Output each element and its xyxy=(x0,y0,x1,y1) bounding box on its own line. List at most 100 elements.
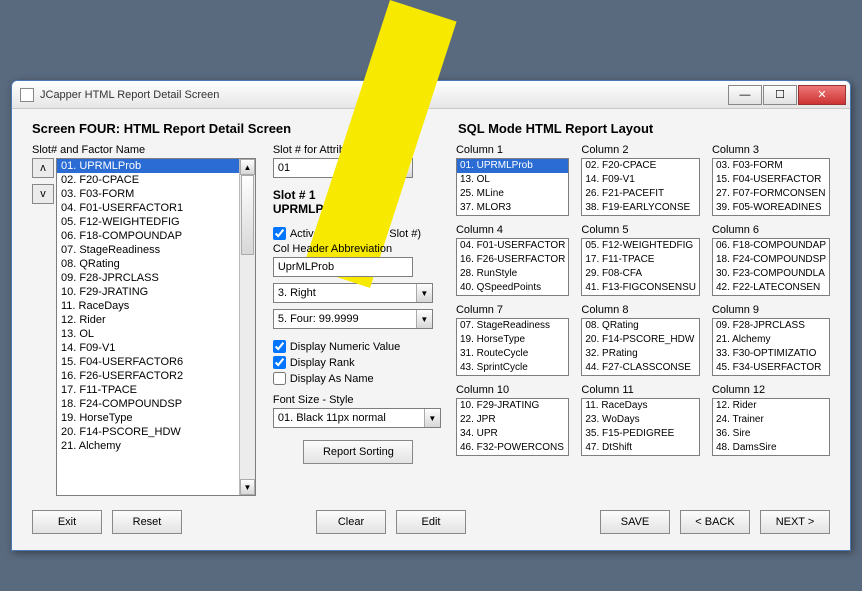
clear-button[interactable]: Clear xyxy=(316,510,386,534)
column-listbox[interactable]: 11. RaceDays23. WoDays35. F15-PEDIGREE47… xyxy=(581,398,700,456)
list-item[interactable]: 37. MLOR3 xyxy=(457,201,568,215)
list-item[interactable]: 19. HorseType xyxy=(57,411,255,425)
list-item[interactable]: 18. F24-COMPOUNDSP xyxy=(57,397,255,411)
list-item[interactable]: 14. F09-V1 xyxy=(582,173,699,187)
active-checkbox[interactable] xyxy=(273,227,286,240)
list-item[interactable]: 03. F03-FORM xyxy=(57,187,255,201)
list-item[interactable]: 15. F04-USERFACTOR xyxy=(713,173,829,187)
column-listbox[interactable]: 10. F29-JRATING22. JPR34. UPR46. F32-POW… xyxy=(456,398,569,456)
list-item[interactable]: 01. UPRMLProb xyxy=(457,159,568,173)
list-item[interactable]: 48. DamsSire xyxy=(713,441,829,455)
list-item[interactable]: 06. F18-COMPOUNDAP xyxy=(57,229,255,243)
list-item[interactable]: 28. RunStyle xyxy=(457,267,568,281)
abbrev-input[interactable] xyxy=(273,257,413,277)
list-item[interactable]: 16. F26-USERFACTOR xyxy=(457,253,568,267)
report-sorting-button[interactable]: Report Sorting xyxy=(303,440,413,464)
maximize-button[interactable]: ☐ xyxy=(763,85,797,105)
column-listbox[interactable]: 02. F20-CPACE14. F09-V126. F21-PACEFIT38… xyxy=(581,158,700,216)
list-item[interactable]: 27. F07-FORMCONSEN xyxy=(713,187,829,201)
list-item[interactable]: 36. Sire xyxy=(713,427,829,441)
column-listbox[interactable]: 01. UPRMLProb13. OL25. MLine37. MLOR3 xyxy=(456,158,569,216)
list-item[interactable]: 31. RouteCycle xyxy=(457,347,568,361)
list-item[interactable]: 11. RaceDays xyxy=(57,299,255,313)
column-listbox[interactable]: 09. F28-JPRCLASS21. Alchemy33. F30-OPTIM… xyxy=(712,318,830,376)
list-item[interactable]: 03. F03-FORM xyxy=(713,159,829,173)
list-item[interactable]: 40. QSpeedPoints xyxy=(457,281,568,295)
list-item[interactable]: 14. F09-V1 xyxy=(57,341,255,355)
list-item[interactable]: 10. F29-JRATING xyxy=(457,399,568,413)
list-item[interactable]: 07. StageReadiness xyxy=(57,243,255,257)
list-item[interactable]: 25. MLine xyxy=(457,187,568,201)
list-item[interactable]: 44. F27-CLASSCONSE xyxy=(582,361,699,375)
list-item[interactable]: 04. F01-USERFACTOR xyxy=(457,239,568,253)
font-combo[interactable]: 01. Black 11px normal ▼ xyxy=(273,408,441,428)
list-item[interactable]: 46. F32-POWERCONS xyxy=(457,441,568,455)
list-item[interactable]: 07. StageReadiness xyxy=(457,319,568,333)
format-combo[interactable]: 5. Four: 99.9999 ▼ xyxy=(273,309,433,329)
list-item[interactable]: 05. F12-WEIGHTEDFIG xyxy=(582,239,699,253)
scroll-down-icon[interactable]: ▼ xyxy=(240,479,255,495)
rank-checkbox[interactable] xyxy=(273,356,286,369)
column-listbox[interactable]: 05. F12-WEIGHTEDFIG17. F11-TPACE29. F08-… xyxy=(581,238,700,296)
list-item[interactable]: 24. Trainer xyxy=(713,413,829,427)
list-item[interactable]: 19. HorseType xyxy=(457,333,568,347)
list-item[interactable]: 16. F26-USERFACTOR2 xyxy=(57,369,255,383)
scroll-thumb[interactable] xyxy=(241,175,254,255)
list-item[interactable]: 34. UPR xyxy=(457,427,568,441)
list-item[interactable]: 08. QRating xyxy=(57,257,255,271)
slot-listbox[interactable]: 01. UPRMLProb02. F20-CPACE03. F03-FORM04… xyxy=(56,158,256,496)
slot-down-button[interactable]: v xyxy=(32,184,54,204)
list-item[interactable]: 22. JPR xyxy=(457,413,568,427)
scroll-up-icon[interactable]: ▲ xyxy=(240,159,255,175)
slot-attr-combo[interactable]: 01 ▼ xyxy=(273,158,413,178)
list-item[interactable]: 45. F34-USERFACTOR xyxy=(713,361,829,375)
list-item[interactable]: 42. F22-LATECONSEN xyxy=(713,281,829,295)
list-item[interactable]: 09. F28-JPRCLASS xyxy=(57,271,255,285)
reset-button[interactable]: Reset xyxy=(112,510,182,534)
list-item[interactable]: 18. F24-COMPOUNDSP xyxy=(713,253,829,267)
list-item[interactable]: 11. RaceDays xyxy=(582,399,699,413)
close-button[interactable]: ✕ xyxy=(798,85,846,105)
list-item[interactable]: 21. Alchemy xyxy=(57,439,255,453)
list-item[interactable]: 29. F08-CFA xyxy=(582,267,699,281)
list-item[interactable]: 06. F18-COMPOUNDAP xyxy=(713,239,829,253)
list-item[interactable]: 12. Rider xyxy=(57,313,255,327)
list-item[interactable]: 17. F11-TPACE xyxy=(582,253,699,267)
list-item[interactable]: 10. F29-JRATING xyxy=(57,285,255,299)
list-item[interactable]: 09. F28-JPRCLASS xyxy=(713,319,829,333)
list-item[interactable]: 30. F23-COMPOUNDLA xyxy=(713,267,829,281)
name-checkbox[interactable] xyxy=(273,372,286,385)
list-item[interactable]: 01. UPRMLProb xyxy=(57,159,255,173)
column-listbox[interactable]: 03. F03-FORM15. F04-USERFACTOR27. F07-FO… xyxy=(712,158,830,216)
list-item[interactable]: 38. F19-EARLYCONSE xyxy=(582,201,699,215)
exit-button[interactable]: Exit xyxy=(32,510,102,534)
list-item[interactable]: 43. SprintCycle xyxy=(457,361,568,375)
list-item[interactable]: 20. F14-PSCORE_HDW xyxy=(57,425,255,439)
list-item[interactable]: 35. F15-PEDIGREE xyxy=(582,427,699,441)
save-button[interactable]: SAVE xyxy=(600,510,670,534)
list-item[interactable]: 32. PRating xyxy=(582,347,699,361)
list-item[interactable]: 47. DtShift xyxy=(582,441,699,455)
column-listbox[interactable]: 07. StageReadiness19. HorseType31. Route… xyxy=(456,318,569,376)
list-item[interactable]: 13. OL xyxy=(57,327,255,341)
back-button[interactable]: < BACK xyxy=(680,510,750,534)
minimize-button[interactable]: — xyxy=(728,85,762,105)
list-item[interactable]: 04. F01-USERFACTOR1 xyxy=(57,201,255,215)
align-combo[interactable]: 3. Right ▼ xyxy=(273,283,433,303)
list-item[interactable]: 26. F21-PACEFIT xyxy=(582,187,699,201)
column-listbox[interactable]: 12. Rider24. Trainer36. Sire48. DamsSire xyxy=(712,398,830,456)
numeric-checkbox[interactable] xyxy=(273,340,286,353)
list-item[interactable]: 02. F20-CPACE xyxy=(57,173,255,187)
list-item[interactable]: 02. F20-CPACE xyxy=(582,159,699,173)
list-item[interactable]: 39. F05-WOREADINES xyxy=(713,201,829,215)
list-item[interactable]: 15. F04-USERFACTOR6 xyxy=(57,355,255,369)
next-button[interactable]: NEXT > xyxy=(760,510,830,534)
list-item[interactable]: 08. QRating xyxy=(582,319,699,333)
list-item[interactable]: 23. WoDays xyxy=(582,413,699,427)
list-item[interactable]: 33. F30-OPTIMIZATIO xyxy=(713,347,829,361)
list-item[interactable]: 05. F12-WEIGHTEDFIG xyxy=(57,215,255,229)
list-item[interactable]: 12. Rider xyxy=(713,399,829,413)
list-item[interactable]: 13. OL xyxy=(457,173,568,187)
list-item[interactable]: 41. F13-FIGCONSENSU xyxy=(582,281,699,295)
slot-up-button[interactable]: ʌ xyxy=(32,158,54,178)
